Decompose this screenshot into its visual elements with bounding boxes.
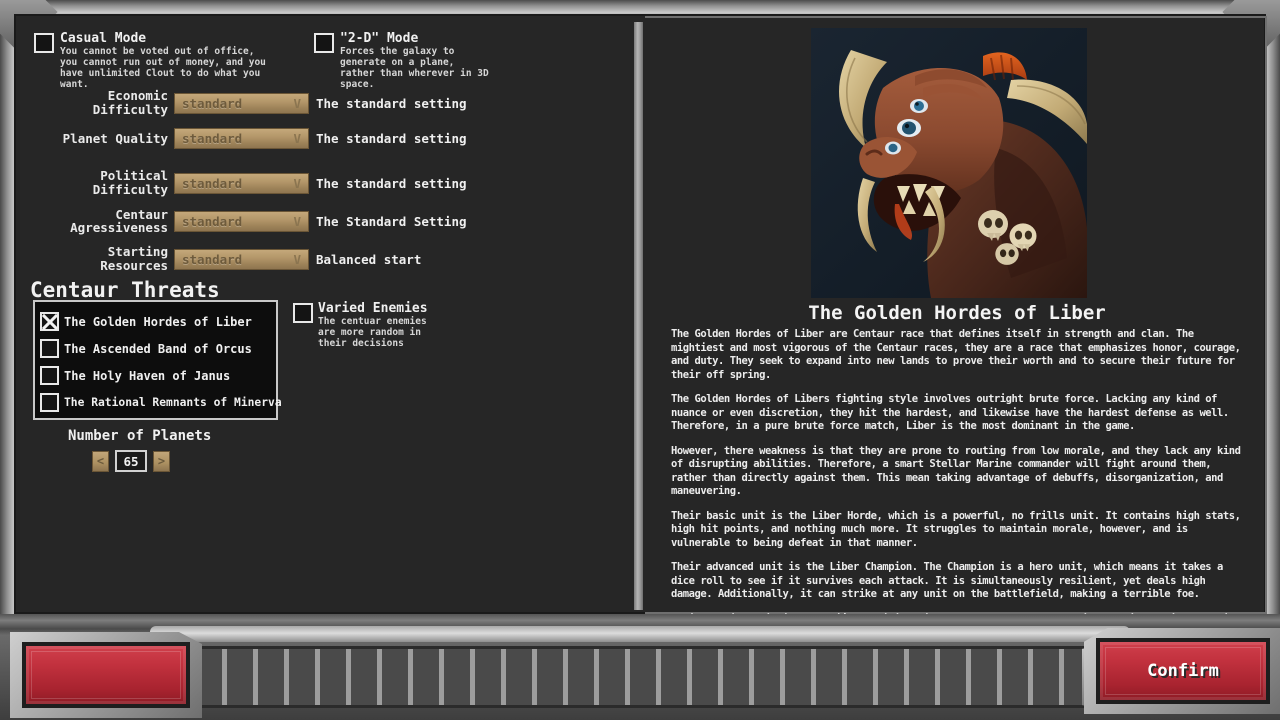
- race-name-title: The Golden Hordes of Liber: [648, 302, 1266, 324]
- lore-paragraph: The Golden Hordes of Liber are Centaur r…: [671, 328, 1244, 382]
- setting-row-centaur-agressiveness: Centaur Agressiveness standard V The Sta…: [44, 208, 624, 234]
- varied-enemies-checkbox[interactable]: [293, 303, 313, 323]
- political-difficulty-label: Political Difficulty: [44, 169, 174, 197]
- planet-quality-label: Planet Quality: [44, 132, 174, 146]
- threat-checkbox-golden-hordes-of-liber[interactable]: [40, 312, 59, 331]
- threat-label: The Rational Remnants of Minerva: [64, 396, 282, 409]
- threat-option-ascended-band-of-orcus[interactable]: The Ascended Band of Orcus: [40, 335, 276, 362]
- race-portrait: [811, 28, 1087, 298]
- chevron-down-icon: V: [293, 131, 301, 146]
- threat-label: The Golden Hordes of Liber: [64, 315, 252, 329]
- casual-mode-checkbox[interactable]: [34, 33, 54, 53]
- varied-enemies-description: The centuar enemies are more random in t…: [318, 316, 446, 349]
- setting-row-starting-resources: Starting Resources standard V Balanced s…: [44, 245, 624, 273]
- lore-paragraph: The Golden Hordes of Libers fighting sty…: [671, 393, 1244, 434]
- number-of-planets-stepper: < 65 >: [92, 450, 170, 472]
- centaur-agressiveness-hint: The Standard Setting: [309, 214, 467, 229]
- starting-resources-hint: Balanced start: [309, 252, 421, 267]
- 2d-mode-checkbox[interactable]: [314, 33, 334, 53]
- lore-paragraph: Their advanced unit is the Liber Champio…: [671, 561, 1244, 602]
- threat-label: The Ascended Band of Orcus: [64, 342, 252, 356]
- economic-difficulty-dropdown[interactable]: standard V: [174, 93, 309, 114]
- chevron-down-icon: V: [293, 252, 301, 267]
- 2d-mode-label: "2-D" Mode: [340, 32, 490, 46]
- toolbar-slats: [196, 646, 1086, 708]
- game-setup-screen: Casual Mode You cannot be voted out of o…: [0, 0, 1280, 720]
- confirm-button[interactable]: Confirm: [1096, 638, 1270, 704]
- race-info-panel: The Golden Hordes of Liber The Golden Ho…: [648, 14, 1266, 614]
- threat-option-rational-remnants-of-minerva[interactable]: The Rational Remnants of Minerva: [40, 389, 276, 416]
- beast-portrait-illustration: [811, 28, 1087, 298]
- political-difficulty-value: standard: [175, 176, 242, 191]
- threat-checkbox-ascended-band-of-orcus[interactable]: [40, 339, 59, 358]
- centaur-agressiveness-value: standard: [175, 214, 242, 229]
- setting-row-planet-quality: Planet Quality standard V The standard s…: [44, 128, 624, 149]
- centaur-threats-heading: Centaur Threats: [30, 278, 220, 302]
- threat-checkbox-rational-remnants-of-minerva[interactable]: [40, 393, 59, 412]
- threat-checkbox-holy-haven-of-janus[interactable]: [40, 366, 59, 385]
- starting-resources-label: Starting Resources: [44, 245, 174, 273]
- number-of-planets-label: Number of Planets: [68, 428, 211, 444]
- starting-resources-dropdown[interactable]: standard V: [174, 249, 309, 270]
- economic-difficulty-hint: The standard setting: [309, 96, 467, 111]
- centaur-threats-list: The Golden Hordes of Liber The Ascended …: [33, 300, 278, 420]
- confirm-button-label: Confirm: [1147, 661, 1219, 681]
- chevron-down-icon: V: [293, 214, 301, 229]
- setting-row-political-difficulty: Political Difficulty standard V The stan…: [44, 169, 624, 197]
- economic-difficulty-value: standard: [175, 96, 242, 111]
- threat-option-holy-haven-of-janus[interactable]: The Holy Haven of Janus: [40, 362, 276, 389]
- 2d-mode-description: Forces the galaxy to generate on a plane…: [340, 46, 490, 90]
- planet-quality-hint: The standard setting: [309, 131, 467, 146]
- chevron-down-icon: V: [293, 176, 301, 191]
- economic-difficulty-label: Economic Difficulty: [44, 89, 174, 117]
- setting-row-economic-difficulty: Economic Difficulty standard V The stand…: [44, 89, 624, 117]
- lore-paragraph: However, there weakness is that they are…: [671, 445, 1244, 499]
- race-lore: The Golden Hordes of Liber are Centaur r…: [671, 328, 1244, 614]
- toggle-varied-enemies[interactable]: Varied Enemies The centuar enemies are m…: [293, 302, 446, 349]
- planet-quality-value: standard: [175, 131, 242, 146]
- increase-planets-button[interactable]: >: [153, 451, 170, 472]
- threat-option-golden-hordes-of-liber[interactable]: The Golden Hordes of Liber: [40, 308, 276, 335]
- decrease-planets-button[interactable]: <: [92, 451, 109, 472]
- centaur-agressiveness-label: Centaur Agressiveness: [44, 208, 174, 234]
- planet-quality-dropdown[interactable]: standard V: [174, 128, 309, 149]
- panel-divider: [634, 22, 643, 610]
- starting-resources-value: standard: [175, 252, 242, 267]
- varied-enemies-label: Varied Enemies: [318, 302, 446, 316]
- political-difficulty-dropdown[interactable]: standard V: [174, 173, 309, 194]
- planets-value[interactable]: 65: [115, 450, 147, 472]
- political-difficulty-hint: The standard setting: [309, 176, 467, 191]
- toggle-casual-mode[interactable]: Casual Mode You cannot be voted out of o…: [34, 32, 275, 90]
- casual-mode-description: You cannot be voted out of office, you c…: [60, 46, 275, 90]
- threat-label: The Holy Haven of Janus: [64, 369, 230, 383]
- back-button[interactable]: [22, 642, 190, 708]
- lore-paragraph: Their basic unit is the Liber Horde, whi…: [671, 510, 1244, 551]
- toolbar-rail: [150, 626, 1130, 642]
- chevron-down-icon: V: [293, 96, 301, 111]
- settings-panel: Casual Mode You cannot be voted out of o…: [14, 14, 634, 614]
- toggle-2d-mode[interactable]: "2-D" Mode Forces the galaxy to generate…: [314, 32, 490, 90]
- casual-mode-label: Casual Mode: [60, 32, 275, 46]
- centaur-agressiveness-dropdown[interactable]: standard V: [174, 211, 309, 232]
